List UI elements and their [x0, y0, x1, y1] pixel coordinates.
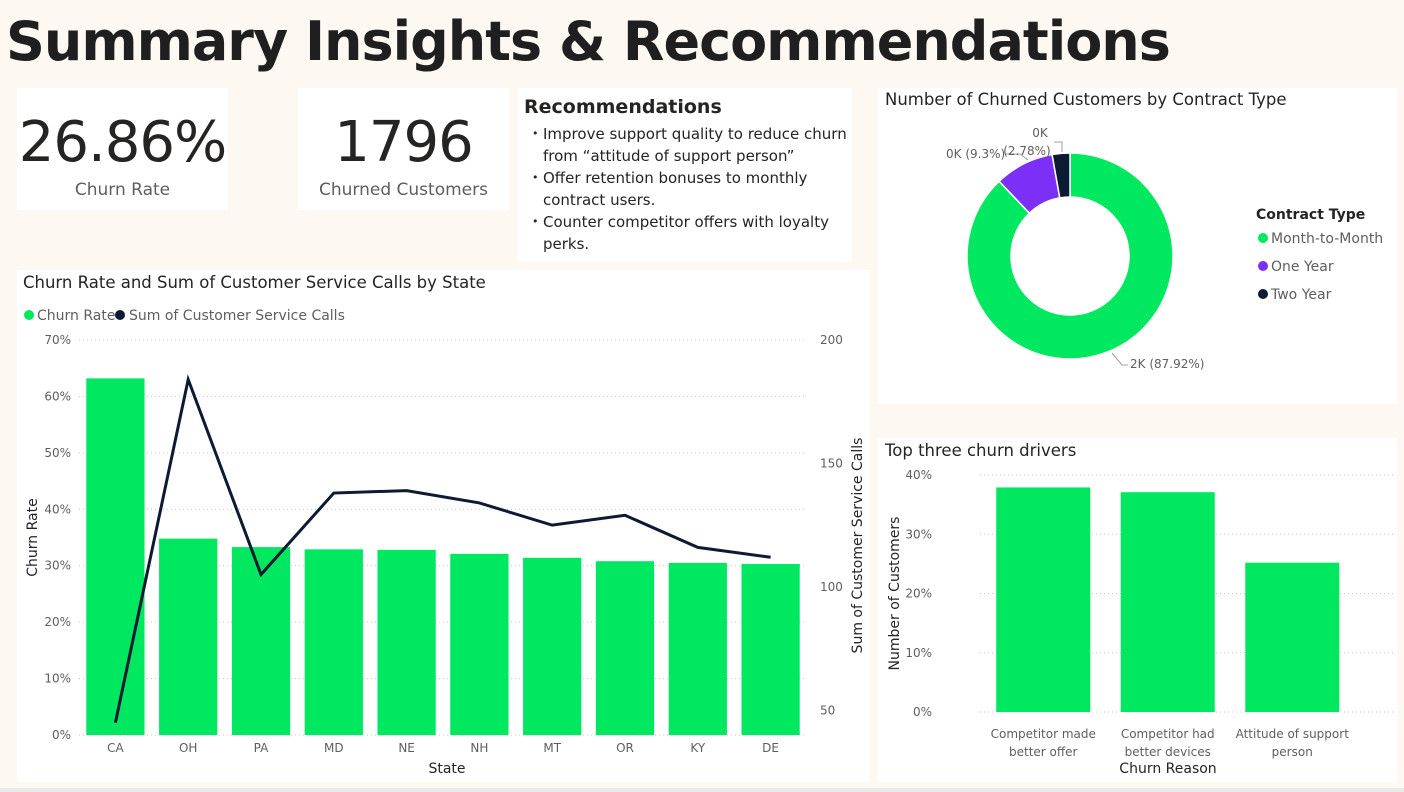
- y-tick-label: 40%: [44, 502, 71, 516]
- recommendations-list: Improve support quality to reduce churn …: [532, 123, 850, 255]
- legend-marker: [1258, 233, 1268, 243]
- bar: [1120, 492, 1215, 712]
- recommendation-item: Offer retention bonuses to monthly contr…: [532, 167, 850, 211]
- x-tick-label: PA: [254, 741, 269, 755]
- data-label: 2K (87.92%): [1130, 357, 1204, 371]
- x-tick-label: Attitude of support: [1236, 727, 1350, 741]
- contract-chart-card[interactable]: Number of Churned Customers by Contract …: [878, 88, 1397, 404]
- y2-tick-label: 200: [820, 333, 843, 347]
- leader-line: [1054, 141, 1063, 152]
- legend-label: Month-to-Month: [1271, 231, 1383, 247]
- bar: [377, 549, 436, 735]
- x-axis-title: Churn Reason: [1119, 761, 1216, 777]
- data-label: (2.78%): [1003, 144, 1050, 158]
- y2-tick-label: 100: [820, 580, 843, 594]
- x-tick-label: MT: [543, 741, 561, 755]
- bar: [304, 549, 363, 735]
- legend-label: Sum of Customer Service Calls: [129, 308, 345, 324]
- legend-title: Contract Type: [1256, 207, 1365, 223]
- bar: [741, 564, 800, 735]
- x-tick-label: CA: [107, 741, 124, 755]
- x-tick-label: KY: [690, 741, 705, 755]
- legend-marker: [1258, 261, 1268, 271]
- legend-label: One Year: [1271, 259, 1334, 275]
- contract-donut-chart: 2K (87.92%) 0K (9.3%) 0K (2.78%) Contract Ty…: [946, 126, 1383, 371]
- y-tick-label: 20%: [44, 615, 71, 629]
- recommendation-item: Improve support quality to reduce churn …: [532, 123, 850, 167]
- kpi-card-churned-customers[interactable]: 1796 Churned Customers: [298, 88, 509, 210]
- state-chart: Churn Rate Sum of Customer Service Calls 0…: [24, 308, 866, 777]
- drivers-chart-card[interactable]: Top three churn drivers 0% 10% 20% 30% 40% Co…: [878, 438, 1397, 782]
- leader-line: [1111, 352, 1128, 366]
- y-tick-label: 40%: [905, 468, 932, 482]
- y2-axis-title: Sum of Customer Service Calls: [850, 438, 866, 654]
- legend-marker: [115, 310, 125, 320]
- x-tick-label: OR: [616, 741, 634, 755]
- x-tick-label: NE: [398, 741, 415, 755]
- y-tick-label: 30%: [44, 559, 71, 573]
- legend-label: Two Year: [1270, 287, 1332, 303]
- y-tick-label: 70%: [44, 333, 71, 347]
- bar: [450, 553, 509, 735]
- kpi-value: 1796: [334, 110, 474, 175]
- y-tick-label: 0%: [52, 728, 71, 742]
- legend-marker: [1258, 289, 1268, 299]
- y-tick-label: 30%: [905, 527, 932, 541]
- bar: [1245, 562, 1340, 712]
- x-tick-label: person: [1272, 745, 1313, 759]
- state-chart-card[interactable]: Churn Rate and Sum of Customer Service C…: [17, 270, 870, 782]
- y-tick-label: 10%: [44, 672, 71, 686]
- y-tick-label: 50%: [44, 446, 71, 460]
- x-tick-label: Competitor made: [991, 727, 1096, 741]
- recommendation-item: Counter competitor offers with loyalty p…: [532, 211, 850, 255]
- bar: [595, 561, 655, 735]
- x-axis-title: State: [428, 761, 465, 777]
- y-axis-title: Number of Customers: [887, 517, 903, 671]
- x-tick-label: DE: [762, 741, 779, 755]
- page-title: Summary Insights & Recommendations: [6, 10, 1171, 73]
- y-tick-label: 20%: [905, 587, 932, 601]
- kpi-value: 26.86%: [18, 110, 228, 175]
- y-tick-label: 60%: [44, 389, 71, 403]
- kpi-label: Churn Rate: [74, 180, 171, 200]
- x-tick-label: OH: [179, 741, 197, 755]
- kpi-label: Churned Customers: [319, 180, 488, 200]
- recommendations-card[interactable]: Recommendations Improve support quality …: [518, 88, 852, 262]
- bar: [159, 538, 218, 735]
- y2-tick-label: 50: [820, 703, 835, 717]
- bar: [523, 557, 582, 735]
- x-tick-label: better offer: [1009, 745, 1078, 759]
- bar: [86, 378, 145, 735]
- bar: [668, 562, 727, 735]
- x-tick-label: better devices: [1125, 745, 1211, 759]
- legend-label: Churn Rate: [37, 308, 115, 324]
- y2-tick-label: 150: [820, 456, 843, 470]
- y-axis-title: Churn Rate: [25, 498, 41, 576]
- bottom-strip: [0, 788, 1404, 792]
- x-tick-label: Competitor had: [1121, 727, 1215, 741]
- drivers-chart: 0% 10% 20% 30% 40% Competitor made better offe…: [887, 468, 1393, 777]
- y-tick-label: 0%: [913, 705, 932, 719]
- kpi-card-churn-rate[interactable]: 26.86% Churn Rate: [17, 88, 228, 210]
- data-label: 0K: [1032, 126, 1049, 140]
- recommendations-title: Recommendations: [524, 96, 722, 118]
- legend-marker: [24, 310, 34, 320]
- bar: [996, 487, 1091, 712]
- x-tick-label: NH: [470, 741, 488, 755]
- x-tick-label: MD: [324, 741, 344, 755]
- data-label: 0K (9.3%): [946, 147, 1005, 161]
- y-tick-label: 10%: [905, 646, 932, 660]
